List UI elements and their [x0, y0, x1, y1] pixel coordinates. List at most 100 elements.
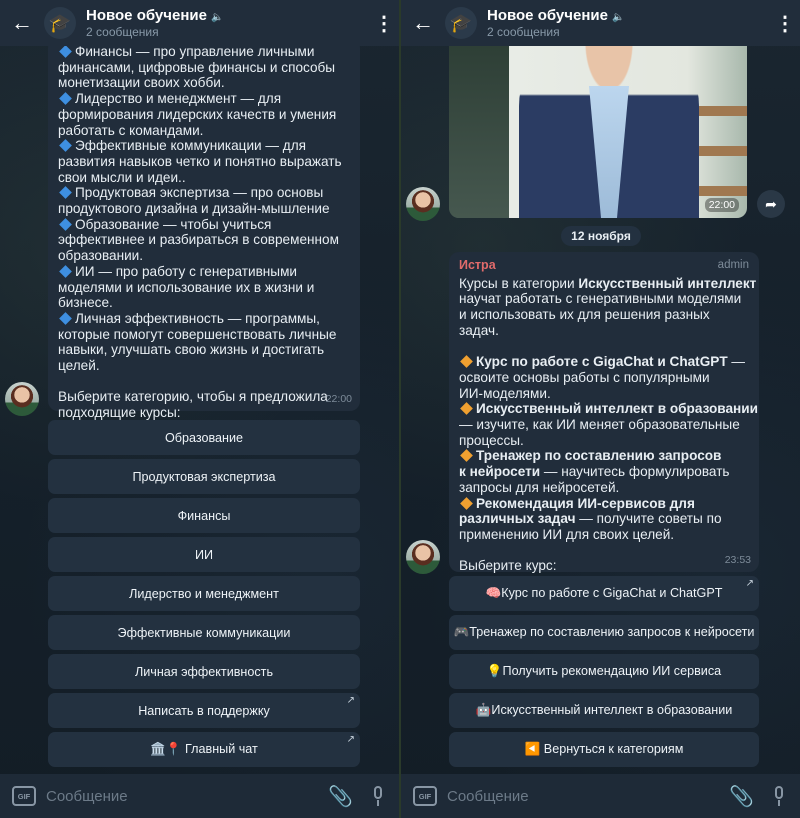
screenshot: ← 🎓 Новое обучение 🔈 2 сообщения ⋮ Финанс…: [0, 0, 800, 818]
bot-message: Финансы — про управление личными финансам…: [48, 38, 360, 420]
gif-icon[interactable]: GIF: [413, 786, 437, 806]
message-time: 23:53: [724, 554, 751, 567]
message-text: и использовать их для решения разных: [459, 307, 710, 323]
bot-avatar[interactable]: [406, 540, 440, 574]
keyboard-button[interactable]: 💡Получить рекомендацию ИИ сервиса: [449, 654, 759, 689]
message-text: —: [727, 354, 746, 370]
button-label: 💡Получить рекомендацию ИИ сервиса: [486, 664, 722, 678]
keyboard-button[interactable]: 🎮Тренажер по составлению запросов к нейр…: [449, 615, 759, 650]
message-text: образовании.: [58, 248, 144, 264]
message-line: свои мысли и идеи..: [58, 170, 350, 186]
button-label: 🧠Курс по работе с GigaChat и ChatGPT: [485, 586, 723, 600]
keyboard-button[interactable]: Образование: [48, 420, 360, 455]
back-arrow-icon[interactable]: ←: [401, 10, 445, 36]
message-line: освоите основы работы с популярными: [459, 370, 749, 386]
blue-diamond-icon: [59, 264, 72, 278]
channel-avatar[interactable]: 🎓: [445, 7, 477, 39]
message-line: Тренажер по составлению запросов: [459, 448, 749, 464]
message-line: Личная эффективность — программы,: [58, 311, 350, 327]
share-icon[interactable]: ➦: [757, 190, 785, 218]
attach-icon[interactable]: 📎: [729, 784, 754, 809]
message-line: [459, 339, 749, 355]
message-text: навыки, улучшать свою жизнь и достигать: [58, 342, 325, 358]
message-line: моделями и использование их в жизни и: [58, 280, 350, 296]
keyboard-button[interactable]: 🤖Искусственный интеллект в образовании: [449, 693, 759, 728]
message-text: эффективнее и разбираться в современном: [58, 232, 339, 248]
keyboard-button[interactable]: Финансы: [48, 498, 360, 533]
back-arrow-icon[interactable]: ←: [0, 10, 44, 36]
message-text: — изучите, как ИИ меняет образовательные: [459, 417, 740, 433]
bot-avatar[interactable]: [406, 187, 440, 221]
message-text: Курс по работе с GigaChat и ChatGPT: [476, 354, 728, 370]
chat-header: ← 🎓 Новое обучение 🔈 2 сообщения ⋮: [0, 0, 399, 46]
message-text: свои мысли и идеи..: [58, 169, 186, 185]
keyboard-button[interactable]: 🏛️📍 Главный чат ↗: [48, 732, 360, 767]
button-label: 🎮Тренажер по составлению запросов к нейр…: [453, 625, 755, 639]
photo-time: 22:00: [704, 198, 739, 212]
orange-diamond-icon: [460, 449, 473, 463]
message-text: Искусственный интеллект: [578, 275, 757, 291]
message-line: развития навыков четко и понятно выражат…: [58, 154, 350, 170]
button-label: ИИ: [194, 547, 214, 562]
message-line: монетизации своих хобби.: [58, 75, 350, 91]
blue-diamond-icon: [59, 186, 72, 200]
message-text: подходящие курсы:: [58, 405, 181, 421]
blue-diamond-icon: [59, 217, 72, 231]
more-menu-icon[interactable]: ⋮: [369, 11, 399, 36]
message-input[interactable]: Сообщение: [447, 788, 729, 805]
keyboard-button[interactable]: Написать в поддержку ↗: [48, 693, 360, 728]
keyboard-button[interactable]: Эффективные коммуникации: [48, 615, 360, 650]
bot-avatar[interactable]: [5, 382, 39, 416]
message-line: эффективнее и разбираться в современном: [58, 232, 350, 248]
microphone-icon[interactable]: [772, 786, 786, 806]
message-line: образовании.: [58, 248, 350, 264]
message-input[interactable]: Сообщение: [46, 788, 328, 805]
message-line: работать с командами.: [58, 123, 350, 139]
message-line: Лидерство и менеджмент — для: [58, 91, 350, 107]
photo-chalkboard: [449, 46, 509, 218]
microphone-icon[interactable]: [371, 786, 385, 806]
sender-role-badge: admin: [717, 259, 749, 271]
button-label: Продуктовая экспертиза: [132, 469, 276, 484]
attach-icon[interactable]: 📎: [328, 784, 353, 809]
channel-avatar[interactable]: 🎓: [44, 7, 76, 39]
keyboard-button[interactable]: Личная эффективность: [48, 654, 360, 689]
message-text: Курсы в категории: [459, 275, 579, 291]
button-label: 🤖Искусственный интеллект в образовании: [475, 703, 733, 717]
message-text: Выберите курс:: [459, 558, 557, 574]
message-text: финансами, цифровые финансы и способы: [58, 59, 336, 75]
external-link-icon: ↗: [346, 695, 355, 706]
message-line: целей.: [58, 358, 350, 374]
chat-title[interactable]: Новое обучение: [487, 7, 608, 24]
message-text: освоите основы работы с популярными: [459, 369, 710, 385]
keyboard-button[interactable]: ИИ: [48, 537, 360, 572]
message-line: Эффективные коммуникации — для: [58, 138, 350, 154]
photo-message[interactable]: 22:00: [449, 46, 747, 218]
message-text: различных задач: [459, 511, 576, 527]
message-line: подходящие курсы:: [58, 405, 350, 421]
chat-title[interactable]: Новое обучение: [86, 7, 207, 24]
keyboard-button[interactable]: ◀️ Вернуться к категориям: [449, 732, 759, 767]
keyboard-button[interactable]: Продуктовая экспертиза: [48, 459, 360, 494]
message-list[interactable]: 22:00 ➦ 12 ноября Истра admin Курсы в ка…: [401, 46, 800, 774]
button-label: ◀️ Вернуться к категориям: [524, 742, 684, 756]
message-line: [459, 543, 749, 559]
date-separator: 12 ноября: [561, 226, 641, 246]
message-line: Искусственный интеллект в образовании: [459, 401, 758, 417]
more-menu-icon[interactable]: ⋮: [770, 11, 800, 36]
message-text: [58, 374, 62, 389]
message-list[interactable]: Финансы — про управление личными финансам…: [0, 38, 399, 774]
message-line: Финансы — про управление личными: [58, 44, 350, 60]
button-label: Образование: [164, 430, 244, 445]
sender-name[interactable]: Истра: [459, 258, 496, 274]
gif-icon[interactable]: GIF: [12, 786, 36, 806]
message-text: Искусственный интеллект в образовании: [476, 401, 758, 417]
muted-icon: 🔈: [611, 12, 625, 23]
message-line: различных задач — получите советы по: [459, 511, 749, 527]
keyboard-button[interactable]: Лидерство и менеджмент: [48, 576, 360, 611]
message-text: ИИ — про работу с генеративными: [75, 263, 298, 279]
message-line: формирования лидерских качеств и умения: [58, 107, 350, 123]
blue-diamond-icon: [59, 139, 72, 153]
button-label: Личная эффективность: [134, 664, 274, 679]
keyboard-button[interactable]: 🧠Курс по работе с GigaChat и ChatGPT ↗: [449, 576, 759, 611]
